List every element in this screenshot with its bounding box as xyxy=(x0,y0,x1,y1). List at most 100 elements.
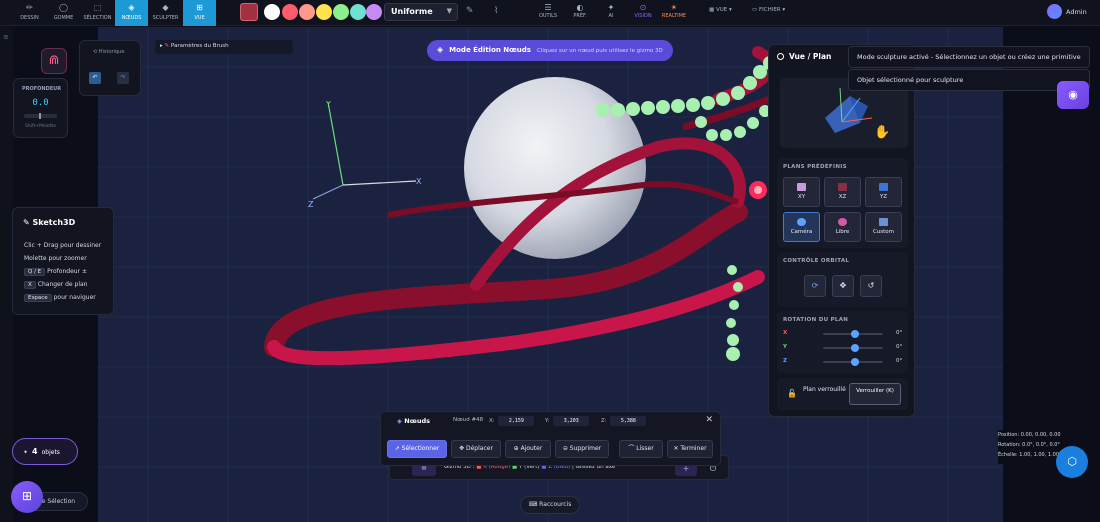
help-panel: ✎ Sketch3D Clic + Drag pour dessiner Mol… xyxy=(12,207,114,315)
brush-icon[interactable]: ✎ xyxy=(466,6,474,16)
move-node-button[interactable]: ✥ Déplacer xyxy=(451,440,501,458)
help-line: Espace pour naviguer xyxy=(24,294,96,302)
plane-camera-button[interactable]: Caméra xyxy=(783,212,820,242)
color-teal[interactable] xyxy=(350,4,366,20)
add-node-button[interactable]: ⊕ Ajouter xyxy=(505,440,551,458)
color-red[interactable] xyxy=(282,4,298,20)
smooth-button[interactable]: ⌒ Lisser xyxy=(619,440,663,458)
node-toolbar-title: ◈ Nœuds xyxy=(397,417,430,425)
redo-button[interactable]: ↷ xyxy=(117,72,129,84)
axis-x-label: X xyxy=(416,177,422,186)
tool-vue[interactable]: ⊞ VUE xyxy=(183,0,216,26)
eraser-icon: ◯ xyxy=(59,3,68,12)
ai-assistant-button[interactable]: ◉ xyxy=(1057,81,1089,109)
node-x-field[interactable]: X: 2,159 xyxy=(489,416,535,426)
stroke-icon[interactable]: ⌇ xyxy=(494,6,498,16)
orbit-pan-button[interactable]: ✥ xyxy=(832,275,854,297)
select-node-button[interactable]: ➚ Sélectionner xyxy=(387,440,447,458)
robot-icon: ◉ xyxy=(1068,88,1078,101)
menu-vue[interactable]: ▦ VUE ▾ xyxy=(709,7,732,13)
tool-preferences[interactable]: ◐ PRÉF. xyxy=(565,2,595,24)
node-z-field[interactable]: Z: 5,388 xyxy=(601,416,647,426)
chevron-down-icon: ▾ xyxy=(727,7,732,13)
file-icon: ▭ xyxy=(752,7,759,13)
close-icon[interactable]: ✕ xyxy=(705,415,713,425)
brush-params-header[interactable]: ▸ ✎ Paramètres du Brush xyxy=(155,40,293,54)
apps-button[interactable]: ⊞ xyxy=(11,481,43,513)
rotation-z-handle[interactable] xyxy=(851,358,859,366)
realtime-icon: ✴ xyxy=(670,3,678,12)
tool-dessin[interactable]: ✏ DESSIN xyxy=(13,0,46,26)
plane-libre-button[interactable]: Libre xyxy=(824,212,861,242)
rotation-z-slider[interactable] xyxy=(823,358,883,366)
selected-color-swatch[interactable] xyxy=(240,3,258,21)
tool-sculpter[interactable]: ◆ SCULPTER xyxy=(149,0,182,26)
tool-selection[interactable]: ⬚ SÉLECTION xyxy=(81,0,114,26)
pencil-icon: ✎ xyxy=(23,218,33,227)
nodes-icon: ◈ xyxy=(128,3,135,12)
color-green[interactable] xyxy=(333,4,349,20)
depth-value: 0.0 xyxy=(32,98,49,108)
rotation-y-value: 0° xyxy=(896,344,903,350)
camera-icon xyxy=(797,218,806,226)
avatar[interactable] xyxy=(1047,4,1062,19)
color-yellow[interactable] xyxy=(316,4,332,20)
objects-count-pill[interactable]: ✦ 4 objets xyxy=(12,438,78,465)
depth-slider[interactable] xyxy=(24,113,57,119)
plane-yz-button[interactable]: YZ xyxy=(865,177,902,207)
undo-icon: ↶ xyxy=(92,74,98,81)
axis-z-label: Z xyxy=(308,200,314,209)
view-plane-panel: Vue / Plan ✋ PLANS PRÉDÉFINIS XY XZ YZ C… xyxy=(768,44,915,417)
sparkle-icon: ✦ xyxy=(23,449,29,456)
tool-outils[interactable]: ☰ OUTILS xyxy=(533,2,563,24)
rotation-y-slider[interactable] xyxy=(823,344,883,352)
grid-icon: ⊞ xyxy=(21,489,33,503)
color-white[interactable] xyxy=(264,4,280,20)
color-salmon[interactable] xyxy=(299,4,315,20)
shape-button[interactable]: ⬡ xyxy=(1056,446,1088,478)
target-icon xyxy=(777,53,784,60)
menu-fichier[interactable]: ▭ FICHIER ▾ xyxy=(752,7,785,13)
rotate-icon: ⟳ xyxy=(811,281,819,290)
shortcuts-button[interactable]: ⌨ Raccourcis xyxy=(520,496,580,514)
undo-button[interactable]: ↶ xyxy=(89,72,101,84)
key-badge: Espace xyxy=(24,294,52,302)
tool-noeuds[interactable]: ◈ NŒUDS xyxy=(115,0,148,26)
tool-vision[interactable]: ⊙ VISION xyxy=(628,2,658,24)
help-line: X Changer de plan xyxy=(24,281,88,289)
delete-node-button[interactable]: ⊖ Supprimer xyxy=(555,440,609,458)
orbit-rotate-button[interactable]: ⟳ xyxy=(804,275,826,297)
rotation-y-label: Y xyxy=(783,344,787,350)
plane-yz-icon xyxy=(879,183,888,191)
tool-ai[interactable]: ✦ AI xyxy=(596,2,626,24)
plane-rotation-title: ROTATION DU PLAN xyxy=(783,317,849,323)
menu-icon[interactable]: ≡ xyxy=(3,33,9,41)
plane-xz-button[interactable]: XZ xyxy=(824,177,861,207)
view-panel-title: Vue / Plan xyxy=(777,52,831,61)
sculpt-icon: ◆ xyxy=(162,3,169,12)
rotation-y-handle[interactable] xyxy=(851,344,859,352)
tool-gomme[interactable]: ◯ GOMME xyxy=(47,0,80,26)
orbit-reset-button[interactable]: ↺ xyxy=(860,275,882,297)
tool-realtime[interactable]: ✴ REALTIME xyxy=(659,2,689,24)
depth-slider-handle[interactable] xyxy=(39,113,41,119)
history-panel: ⟲ Historique ↶ ↷ xyxy=(79,40,141,96)
rotation-x-label: X xyxy=(783,330,788,336)
plane-custom-button[interactable]: Custom xyxy=(865,212,902,242)
plane-rotation-section: ROTATION DU PLAN X 0° Y 0° Z 0° xyxy=(777,311,908,373)
color-violet[interactable] xyxy=(366,4,382,20)
depth-hint: Shift+Molette xyxy=(25,124,56,129)
history-title: ⟲ Historique xyxy=(93,49,125,55)
selected-object-tooltip: Objet sélectionné pour sculpture xyxy=(848,69,1090,91)
magnet-button[interactable]: ⋒ xyxy=(41,48,67,74)
rotation-x-slider[interactable] xyxy=(823,330,883,338)
plane-xy-button[interactable]: XY xyxy=(783,177,820,207)
lock-plane-button[interactable]: Verrouiller (K) xyxy=(849,383,901,405)
unlock-icon: 🔓 xyxy=(787,389,797,398)
finish-button[interactable]: ✕ Terminer xyxy=(667,440,713,458)
rotation-x-handle[interactable] xyxy=(851,330,859,338)
node-y-field[interactable]: Y: 3,203 xyxy=(545,416,590,426)
depth-title: PROFONDEUR xyxy=(22,86,62,92)
chevron-down-icon: ▼ xyxy=(446,7,452,15)
brush-mode-select[interactable]: Uniforme ▼ xyxy=(384,3,458,21)
